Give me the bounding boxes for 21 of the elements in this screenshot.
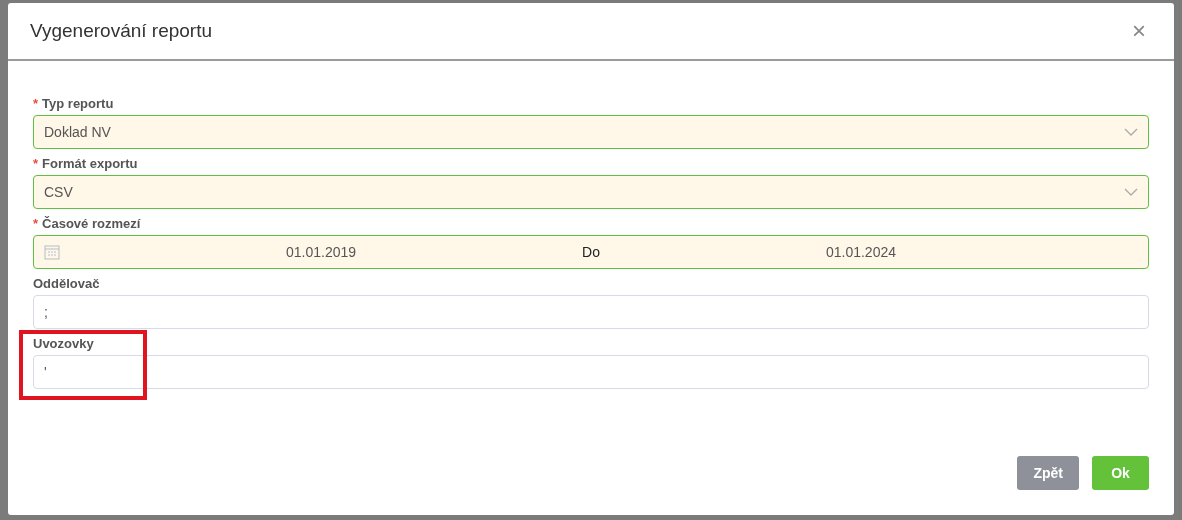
select-field[interactable]: Doklad NV bbox=[33, 115, 1149, 149]
required-mark: * bbox=[33, 216, 39, 231]
required-mark: * bbox=[33, 156, 39, 171]
select-field[interactable]: CSV bbox=[33, 175, 1149, 209]
date-value: 01.01.2019 bbox=[285, 242, 358, 262]
required-mark: * bbox=[33, 96, 39, 111]
date-separator: Do bbox=[582, 242, 600, 262]
calendar-icon bbox=[44, 244, 60, 260]
field-label: Časové rozmezí bbox=[42, 216, 141, 231]
chevron-down-icon bbox=[1124, 188, 1138, 196]
field-label: Formát exportu bbox=[42, 156, 138, 171]
input-field[interactable]: ' bbox=[33, 355, 1149, 389]
chevron-down-icon bbox=[1124, 128, 1138, 136]
date-value: 01.01.2024 bbox=[824, 242, 897, 262]
field-label: Uvozovky bbox=[33, 336, 94, 351]
field-label: Oddělovač bbox=[33, 276, 100, 291]
dialog-title: Vygenerování reportu bbox=[30, 19, 213, 43]
close-button[interactable]: × bbox=[1128, 19, 1150, 43]
input-field[interactable]: ; bbox=[33, 295, 1149, 329]
field-label: Typ reportu bbox=[42, 96, 114, 111]
date-range-field[interactable]: 01.01.2019 Do 01.01.2024 bbox=[33, 235, 1149, 269]
